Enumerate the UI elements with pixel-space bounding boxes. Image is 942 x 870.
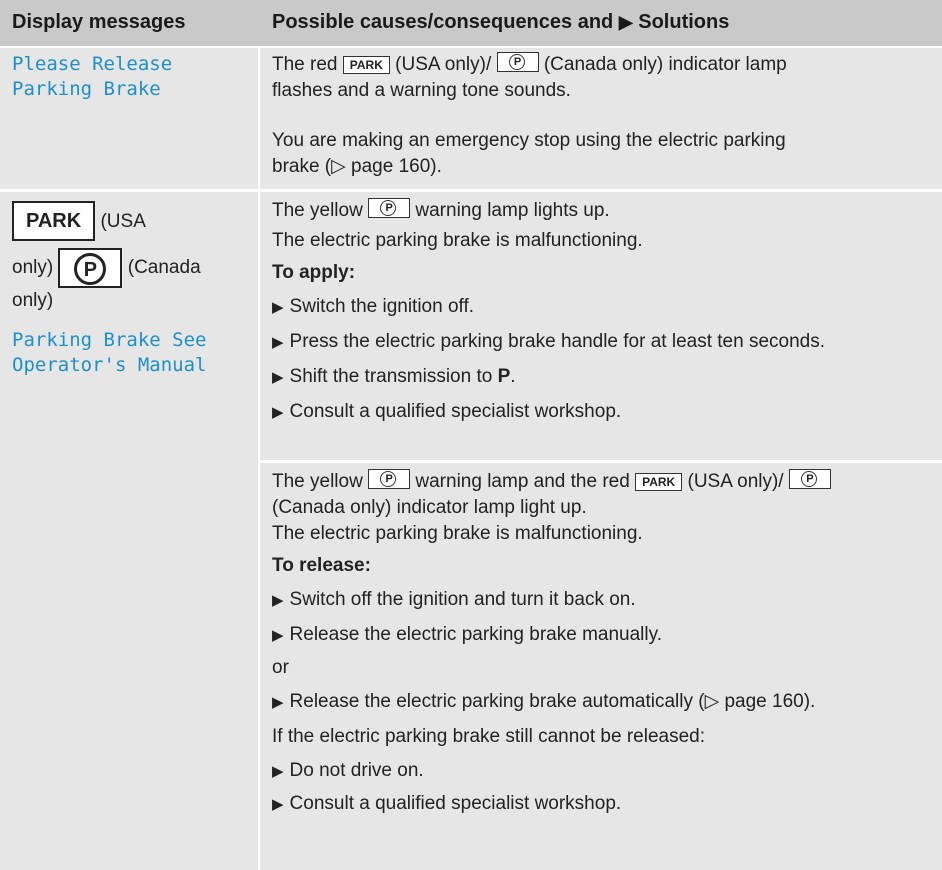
row1-display-message: Please Release Parking Brake — [12, 53, 173, 100]
table-header: Display messages Possible causes/consequ… — [0, 0, 942, 46]
step-arrow-icon: ▶ — [272, 627, 284, 644]
row2-display-message: Parking Brake See Operator's Manual — [12, 329, 207, 376]
parking-brake-symbol-icon: P — [58, 248, 123, 288]
row1-info-text: You are making an emergency stop using t… — [272, 130, 786, 177]
parking-brake-p-icon: P — [788, 469, 831, 489]
row1-cause-cell: The red PARK (USA only)/ P (Canada only)… — [260, 48, 942, 189]
step-arrow-icon: ▶ — [272, 796, 284, 813]
list-item: ▶ Switch the ignition off. — [272, 296, 475, 317]
case2-text: The yellow P warning lamp and the red PA… — [272, 469, 930, 818]
list-item: ▶ Switch off the ignition and turn it bac… — [272, 589, 636, 610]
row1-cause-text: The red PARK (USA only)/ P (Canada only)… — [272, 52, 787, 101]
row2-message-cell: PARK (USA only) P (Canada only) Parking … — [0, 192, 258, 870]
row2-symbols: PARK (USA only) P (Canada only) — [12, 200, 246, 314]
list-item: ▶ Release the electric parking brake auto… — [272, 691, 816, 712]
case2-heading: To release: — [272, 555, 371, 576]
step-arrow-icon: ▶ — [272, 592, 284, 609]
step-arrow-icon: ▶ — [272, 694, 284, 711]
park-symbol-icon: PARK — [12, 201, 96, 241]
row1-message-cell: Please Release Parking Brake — [0, 48, 258, 189]
or-text: or — [272, 657, 289, 678]
park-lamp-icon: PARK — [635, 473, 683, 491]
row2-case1-cell: The yellow P warning lamp lights up. The… — [260, 192, 942, 460]
step-arrow-icon: ▶ — [272, 763, 284, 780]
header-display-messages: Display messages — [12, 11, 186, 33]
list-item: ▶ Release the electric parking brake manu… — [272, 624, 662, 645]
note-text: If the electric parking brake still cann… — [272, 726, 706, 747]
solution-triangle-icon: ▶ — [618, 12, 633, 32]
list-item: ▶ Press the electric parking brake handle… — [272, 331, 826, 352]
header-causes-solutions: Possible causes/consequences and ▶ Solut… — [272, 11, 730, 33]
case1-text: The yellow P warning lamp lights up. The… — [272, 198, 930, 426]
park-lamp-icon: PARK — [342, 56, 390, 74]
row2-case2-cell: The yellow P warning lamp and the red PA… — [260, 463, 942, 870]
parking-brake-p-icon: P — [496, 52, 539, 72]
list-item: ▶ Consult a qualified specialist workshop… — [272, 401, 622, 422]
step-arrow-icon: ▶ — [272, 369, 284, 386]
step-arrow-icon: ▶ — [272, 334, 284, 351]
list-item: ▶ Shift the transmission to P. — [272, 366, 516, 387]
step-arrow-icon: ▶ — [272, 404, 284, 421]
parking-brake-p-icon: P — [368, 469, 411, 489]
list-item: ▶ Consult a qualified specialist workshop… — [272, 793, 622, 814]
parking-brake-p-icon: P — [368, 198, 411, 218]
step-arrow-icon: ▶ — [272, 299, 284, 316]
list-item: ▶ Do not drive on. — [272, 760, 424, 781]
case1-heading: To apply: — [272, 262, 356, 283]
